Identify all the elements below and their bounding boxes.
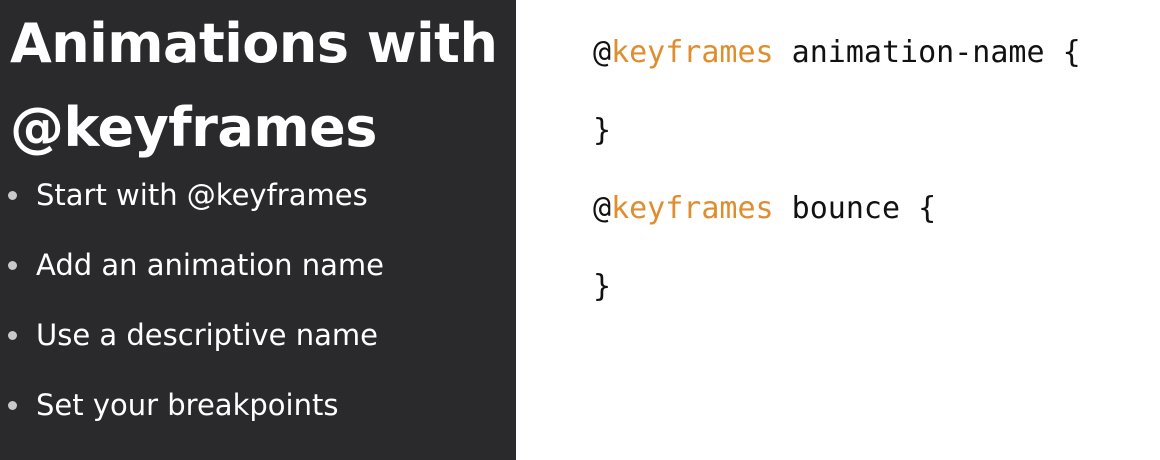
bullet-item: Use a descriptive name [8,300,384,370]
keyframes-keyword: keyframes [611,191,774,226]
code-rest: animation-name { [773,35,1081,70]
keyframes-keyword: keyframes [611,35,774,70]
code-line-2: } [593,113,612,148]
bullet-item: Add an animation name [8,230,384,300]
bullet-dot-icon [8,260,17,270]
slide-title: Animations with @keyframes [10,0,516,170]
bullet-text: Start with @keyframes [36,178,368,212]
bullet-text: Use a descriptive name [36,318,378,352]
code-rest: bounce { [773,191,937,226]
bullet-dot-icon [8,400,17,410]
at-symbol: @ [593,35,612,70]
slide: Animations with @keyframes Start with @k… [0,0,1160,460]
title-line-1: Animations with [10,12,498,75]
code-line-1: @keyframes animation-name { [593,14,1160,92]
bullet-dot-icon [8,330,17,340]
bullet-dot-icon [8,190,17,200]
bullet-item: Set your breakpoints [8,370,384,440]
at-symbol: @ [593,191,612,226]
bullet-text: Set your breakpoints [36,388,339,422]
code-line-3: @keyframes bounce { [593,170,1160,248]
code-panel: @keyframes animation-name { } @keyframes… [516,0,1160,460]
bullet-item: Start with @keyframes [8,160,384,230]
bullet-list: Start with @keyframes Add an animation n… [8,160,384,440]
left-panel: Animations with @keyframes Start with @k… [0,0,516,460]
title-line-2: @keyframes [10,96,377,159]
bullet-text: Add an animation name [36,248,384,282]
code-line-4: } [593,269,612,304]
